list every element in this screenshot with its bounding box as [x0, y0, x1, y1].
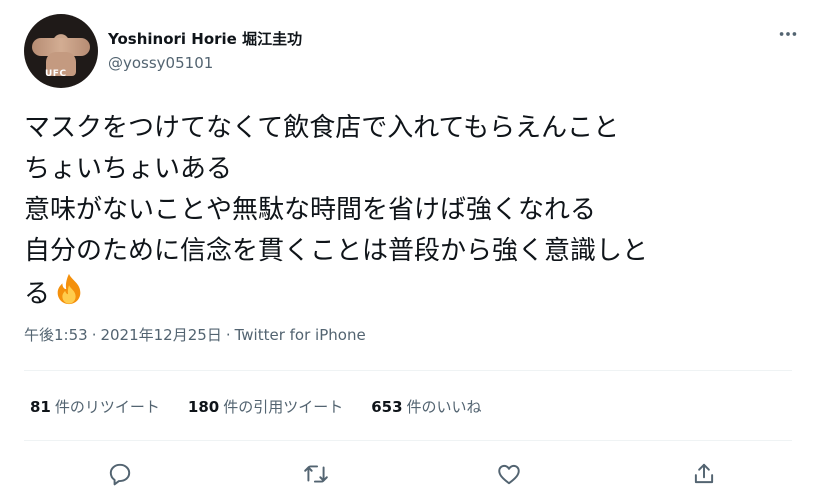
action-bar — [24, 454, 792, 494]
share-icon — [694, 463, 714, 484]
like-button[interactable] — [491, 456, 527, 492]
likes-label: 件のいいね — [406, 398, 482, 416]
retweets-stat[interactable]: 81 件のリツイート — [30, 396, 160, 417]
quotes-label: 件の引用ツイート — [223, 398, 344, 416]
fire-icon — [52, 272, 86, 319]
tweet-line-last: る — [24, 272, 794, 313]
retweets-label: 件のリツイート — [54, 398, 160, 416]
tweet-line: 自分のために信念を貫くことは普段から強く意識しと — [24, 236, 649, 266]
tweet-stats: 81 件のリツイート 180 件の引用ツイート 653 件のいいね — [30, 396, 510, 417]
like-icon — [498, 464, 520, 485]
share-button[interactable] — [686, 456, 722, 492]
separator: · — [225, 326, 231, 344]
reply-button[interactable] — [102, 456, 138, 492]
separator: · — [91, 326, 97, 344]
tweet-meta: 午後1:53 · 2021年12月25日 · Twitter for iPhone — [24, 324, 366, 345]
retweet-button[interactable] — [298, 456, 334, 492]
retweets-count: 81 — [30, 398, 51, 416]
more-button[interactable] — [768, 18, 808, 50]
avatar-ufc-logo: UFC — [45, 69, 67, 79]
likes-count: 653 — [371, 398, 403, 416]
tweet-date[interactable]: 2021年12月25日 — [100, 326, 221, 344]
divider — [24, 440, 792, 441]
divider — [24, 370, 792, 371]
tweet-source[interactable]: Twitter for iPhone — [235, 326, 366, 344]
reply-icon — [109, 463, 131, 486]
retweet-icon — [304, 465, 328, 483]
quotes-count: 180 — [187, 398, 220, 416]
tweet-line: る — [24, 279, 51, 309]
more-icon — [779, 32, 797, 36]
author-display-name[interactable]: Yoshinori Horie 堀江圭功 — [108, 28, 302, 49]
avatar[interactable]: UFC — [24, 14, 98, 88]
tweet-time[interactable]: 午後1:53 — [24, 326, 88, 344]
likes-stat[interactable]: 653 件のいいね — [371, 396, 481, 417]
tweet-line: ちょいちょいある — [24, 154, 233, 184]
quotes-stat[interactable]: 180 件の引用ツイート — [188, 396, 343, 417]
tweet-line: 意味がないことや無駄な時間を省けば強くなれる — [24, 195, 597, 225]
tweet-text: マスクをつけてなくて飲食店で入れてもらえんこと ちょいちょいある 意味がないこと… — [24, 108, 794, 313]
author-handle[interactable]: @yossy05101 — [108, 54, 213, 72]
tweet-line: マスクをつけてなくて飲食店で入れてもらえんこと — [24, 113, 620, 143]
